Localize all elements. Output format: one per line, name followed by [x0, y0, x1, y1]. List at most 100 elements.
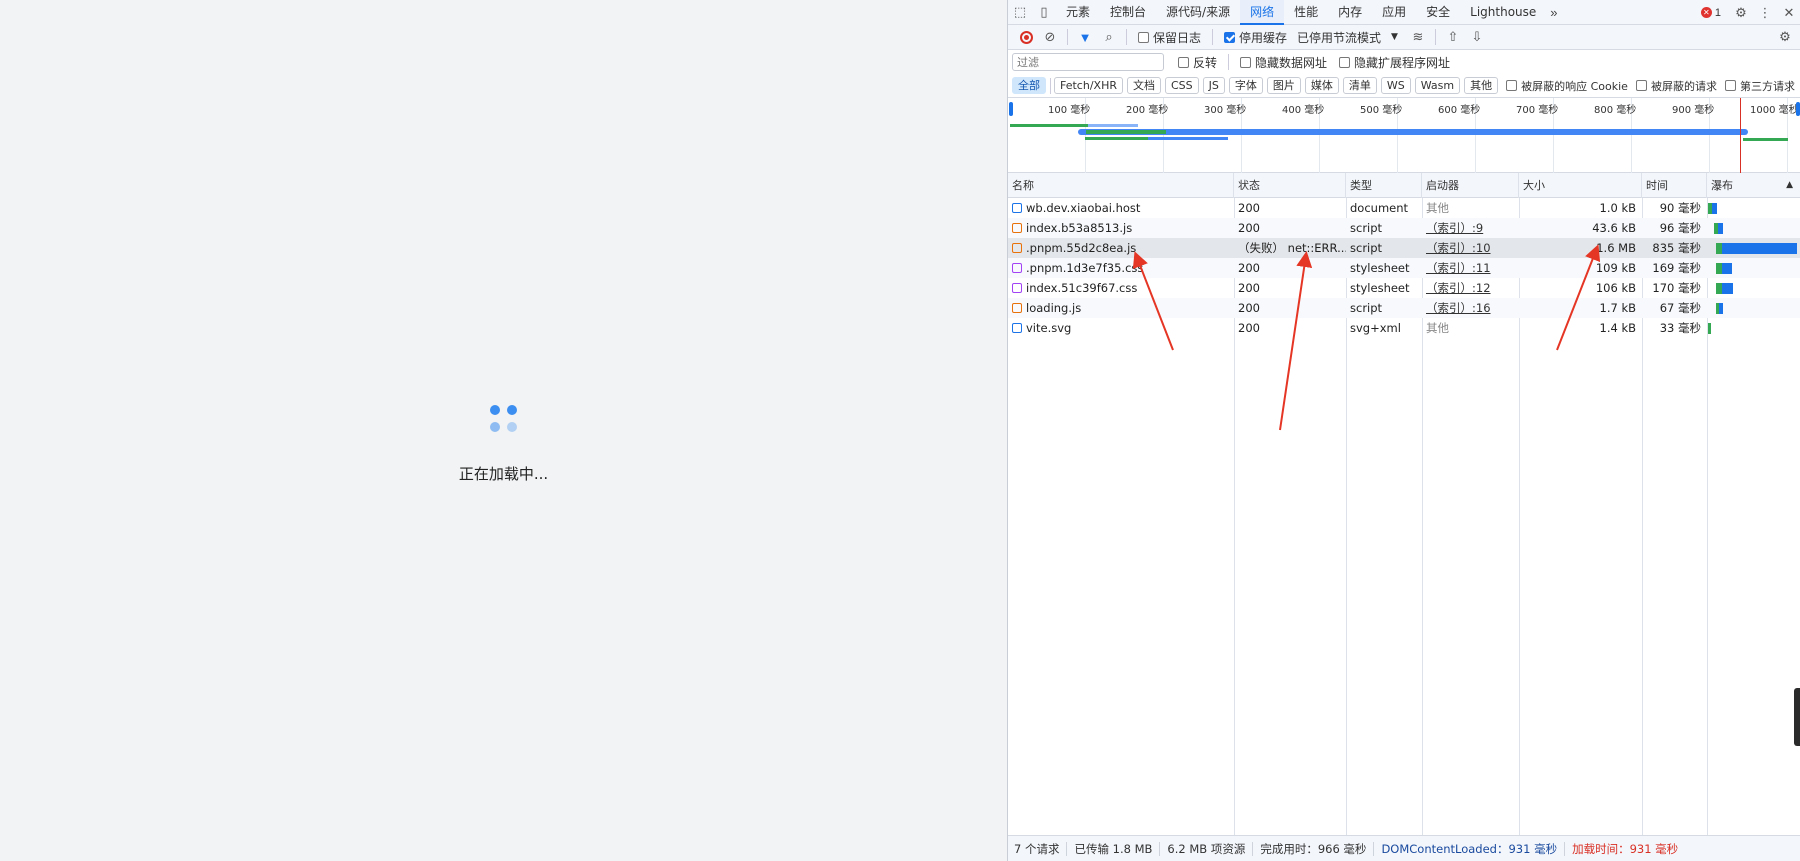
record-button[interactable]: [1014, 25, 1038, 49]
tab-sources[interactable]: 源代码/来源: [1156, 0, 1240, 25]
request-status: （失败） net::ERR...: [1238, 241, 1346, 255]
filter-icon: ▼: [1078, 29, 1092, 45]
preserve-log-checkbox[interactable]: 保留日志: [1138, 29, 1201, 46]
tab-security[interactable]: 安全: [1416, 0, 1460, 25]
waterfall-bar: [1708, 323, 1711, 334]
tab-console[interactable]: 控制台: [1100, 0, 1156, 25]
request-name[interactable]: .pnpm.1d3e7f35.css: [1008, 258, 1234, 278]
device-toolbar-icon[interactable]: ▯: [1032, 0, 1056, 25]
invert-checkbox[interactable]: 反转: [1178, 54, 1217, 71]
waterfall-bar: [1722, 243, 1798, 254]
blocked-cookies-checkbox[interactable]: 被屏蔽的响应 Cookie: [1506, 78, 1628, 94]
tab-elements[interactable]: 元素: [1056, 0, 1100, 25]
spinner-dot: [490, 422, 500, 432]
column-header-waterfall[interactable]: 瀑布 ▲: [1707, 173, 1800, 198]
more-tabs-icon[interactable]: »: [1546, 5, 1561, 20]
request-name-text: wb.dev.xiaobai.host: [1026, 201, 1141, 215]
more-options-icon[interactable]: ⋮: [1753, 0, 1777, 25]
column-header-initiator[interactable]: 启动器: [1422, 173, 1519, 198]
filter-button[interactable]: ▼: [1073, 25, 1097, 49]
request-row[interactable]: index.51c39f67.css 200 stylesheet （索引）:12 10…: [1008, 278, 1800, 298]
request-initiator[interactable]: （索引）:12: [1422, 278, 1519, 298]
third-party-checkbox[interactable]: 第三方请求: [1724, 78, 1795, 94]
request-initiator[interactable]: （索引）:16: [1422, 298, 1519, 318]
request-row[interactable]: wb.dev.xiaobai.host 200 document 其他 1.0 kB 90…: [1008, 198, 1800, 218]
third-party-label: 第三方请求: [1739, 79, 1795, 93]
request-row[interactable]: .pnpm.55d2c8ea.js （失败） net::ERR... script （…: [1008, 238, 1800, 258]
type-filter-wasm[interactable]: Wasm: [1414, 77, 1461, 94]
request-name-text: index.51c39f67.css: [1026, 281, 1138, 295]
request-row[interactable]: .pnpm.1d3e7f35.css 200 stylesheet （索引）:11 10…: [1008, 258, 1800, 278]
request-row[interactable]: vite.svg 200 svg+xml 其他 1.4 kB 33 毫秒: [1008, 318, 1800, 338]
type-filter-fetch[interactable]: Fetch/XHR: [1054, 77, 1123, 94]
column-header-size[interactable]: 大小: [1519, 173, 1642, 198]
checkbox-box: [1635, 80, 1647, 91]
type-filter-ws[interactable]: WS: [1380, 77, 1411, 94]
request-name[interactable]: wb.dev.xiaobai.host: [1008, 198, 1234, 218]
network-conditions-button[interactable]: ≋: [1406, 25, 1430, 49]
type-filter-manifest[interactable]: 清单: [1342, 77, 1377, 94]
hide-data-urls-checkbox[interactable]: 隐藏数据网址: [1240, 54, 1327, 71]
request-initiator[interactable]: （索引）:10: [1422, 238, 1519, 258]
overview-tick-label: 600 毫秒: [1438, 105, 1481, 116]
filter-input[interactable]: [1012, 53, 1164, 71]
request-size: 1.7 kB: [1599, 301, 1637, 315]
request-name[interactable]: index.b53a8513.js: [1008, 218, 1234, 238]
tab-lighthouse[interactable]: Lighthouse: [1460, 0, 1546, 25]
type-filter-all[interactable]: 全部: [1012, 77, 1046, 94]
column-header-type[interactable]: 类型: [1346, 173, 1422, 198]
import-har-button[interactable]: ⇧: [1441, 25, 1465, 49]
drawer-resize-handle[interactable]: [1794, 688, 1800, 746]
request-time: 33 毫秒: [1659, 321, 1701, 335]
tab-performance[interactable]: 性能: [1284, 0, 1328, 25]
wifi-settings-icon: ≋: [1412, 29, 1424, 44]
tab-network[interactable]: 网络: [1240, 0, 1285, 25]
network-overview[interactable]: 100 毫秒 200 毫秒 300 毫秒 400 毫秒 500 毫秒 600 毫…: [1008, 98, 1800, 173]
network-settings-button[interactable]: ⚙: [1773, 25, 1797, 49]
request-initiator[interactable]: （索引）:9: [1422, 218, 1519, 238]
column-header-time[interactable]: 时间: [1642, 173, 1707, 198]
request-row[interactable]: loading.js 200 script （索引）:16 1.7 kB 67 毫秒: [1008, 298, 1800, 318]
overview-tick-label: 700 毫秒: [1516, 105, 1559, 116]
request-name[interactable]: loading.js: [1008, 298, 1234, 318]
column-header-status[interactable]: 状态: [1234, 173, 1346, 198]
type-filter-media[interactable]: 媒体: [1304, 77, 1339, 94]
overview-tick-label: 900 毫秒: [1672, 105, 1715, 116]
waterfall-bar: [1722, 283, 1733, 294]
disable-cache-checkbox[interactable]: 停用缓存: [1224, 29, 1287, 46]
overview-handle-right[interactable]: [1796, 102, 1800, 116]
type-filter-doc[interactable]: 文档: [1126, 77, 1161, 94]
tab-memory[interactable]: 内存: [1328, 0, 1372, 25]
request-size: 109 kB: [1595, 261, 1636, 275]
request-name[interactable]: .pnpm.55d2c8ea.js: [1008, 238, 1234, 258]
waterfall-label: 瀑布: [1711, 179, 1733, 192]
type-filter-font[interactable]: 字体: [1228, 77, 1263, 94]
inspect-element-icon[interactable]: ⬚: [1008, 0, 1032, 25]
column-header-name[interactable]: 名称: [1008, 173, 1234, 198]
settings-icon[interactable]: ⚙: [1729, 0, 1753, 25]
load-event-marker: [1740, 98, 1741, 173]
summary-dcl: DOMContentLoaded：931 毫秒: [1381, 841, 1558, 856]
checkbox-box: [1224, 31, 1236, 43]
close-icon[interactable]: ✕: [1777, 0, 1800, 25]
blocked-requests-checkbox[interactable]: 被屏蔽的请求: [1635, 78, 1717, 94]
tab-application[interactable]: 应用: [1372, 0, 1416, 25]
overview-handle-left[interactable]: [1009, 102, 1013, 116]
overview-bar: [1088, 124, 1138, 127]
page-viewport: 正在加载中...: [0, 0, 1007, 861]
request-initiator[interactable]: （索引）:11: [1422, 258, 1519, 278]
error-badge[interactable]: ✕ 1: [1700, 7, 1721, 19]
overview-tick-label: 200 毫秒: [1126, 105, 1169, 116]
request-name[interactable]: index.51c39f67.css: [1008, 278, 1234, 298]
hide-extension-urls-checkbox[interactable]: 隐藏扩展程序网址: [1339, 54, 1450, 71]
request-name[interactable]: vite.svg: [1008, 318, 1234, 338]
type-filter-img[interactable]: 图片: [1266, 77, 1301, 94]
search-button[interactable]: ⌕: [1097, 25, 1121, 49]
type-filter-other[interactable]: 其他: [1464, 77, 1499, 94]
type-filter-css[interactable]: CSS: [1164, 77, 1199, 94]
export-har-button[interactable]: ⇩: [1465, 25, 1489, 49]
clear-button[interactable]: ⊘: [1038, 25, 1062, 49]
type-filter-js[interactable]: JS: [1202, 77, 1225, 94]
request-row[interactable]: index.b53a8513.js 200 script （索引）:9 43.6 kB 9…: [1008, 218, 1800, 238]
throttling-select[interactable]: 已停用节流模式 ▼: [1297, 29, 1398, 46]
